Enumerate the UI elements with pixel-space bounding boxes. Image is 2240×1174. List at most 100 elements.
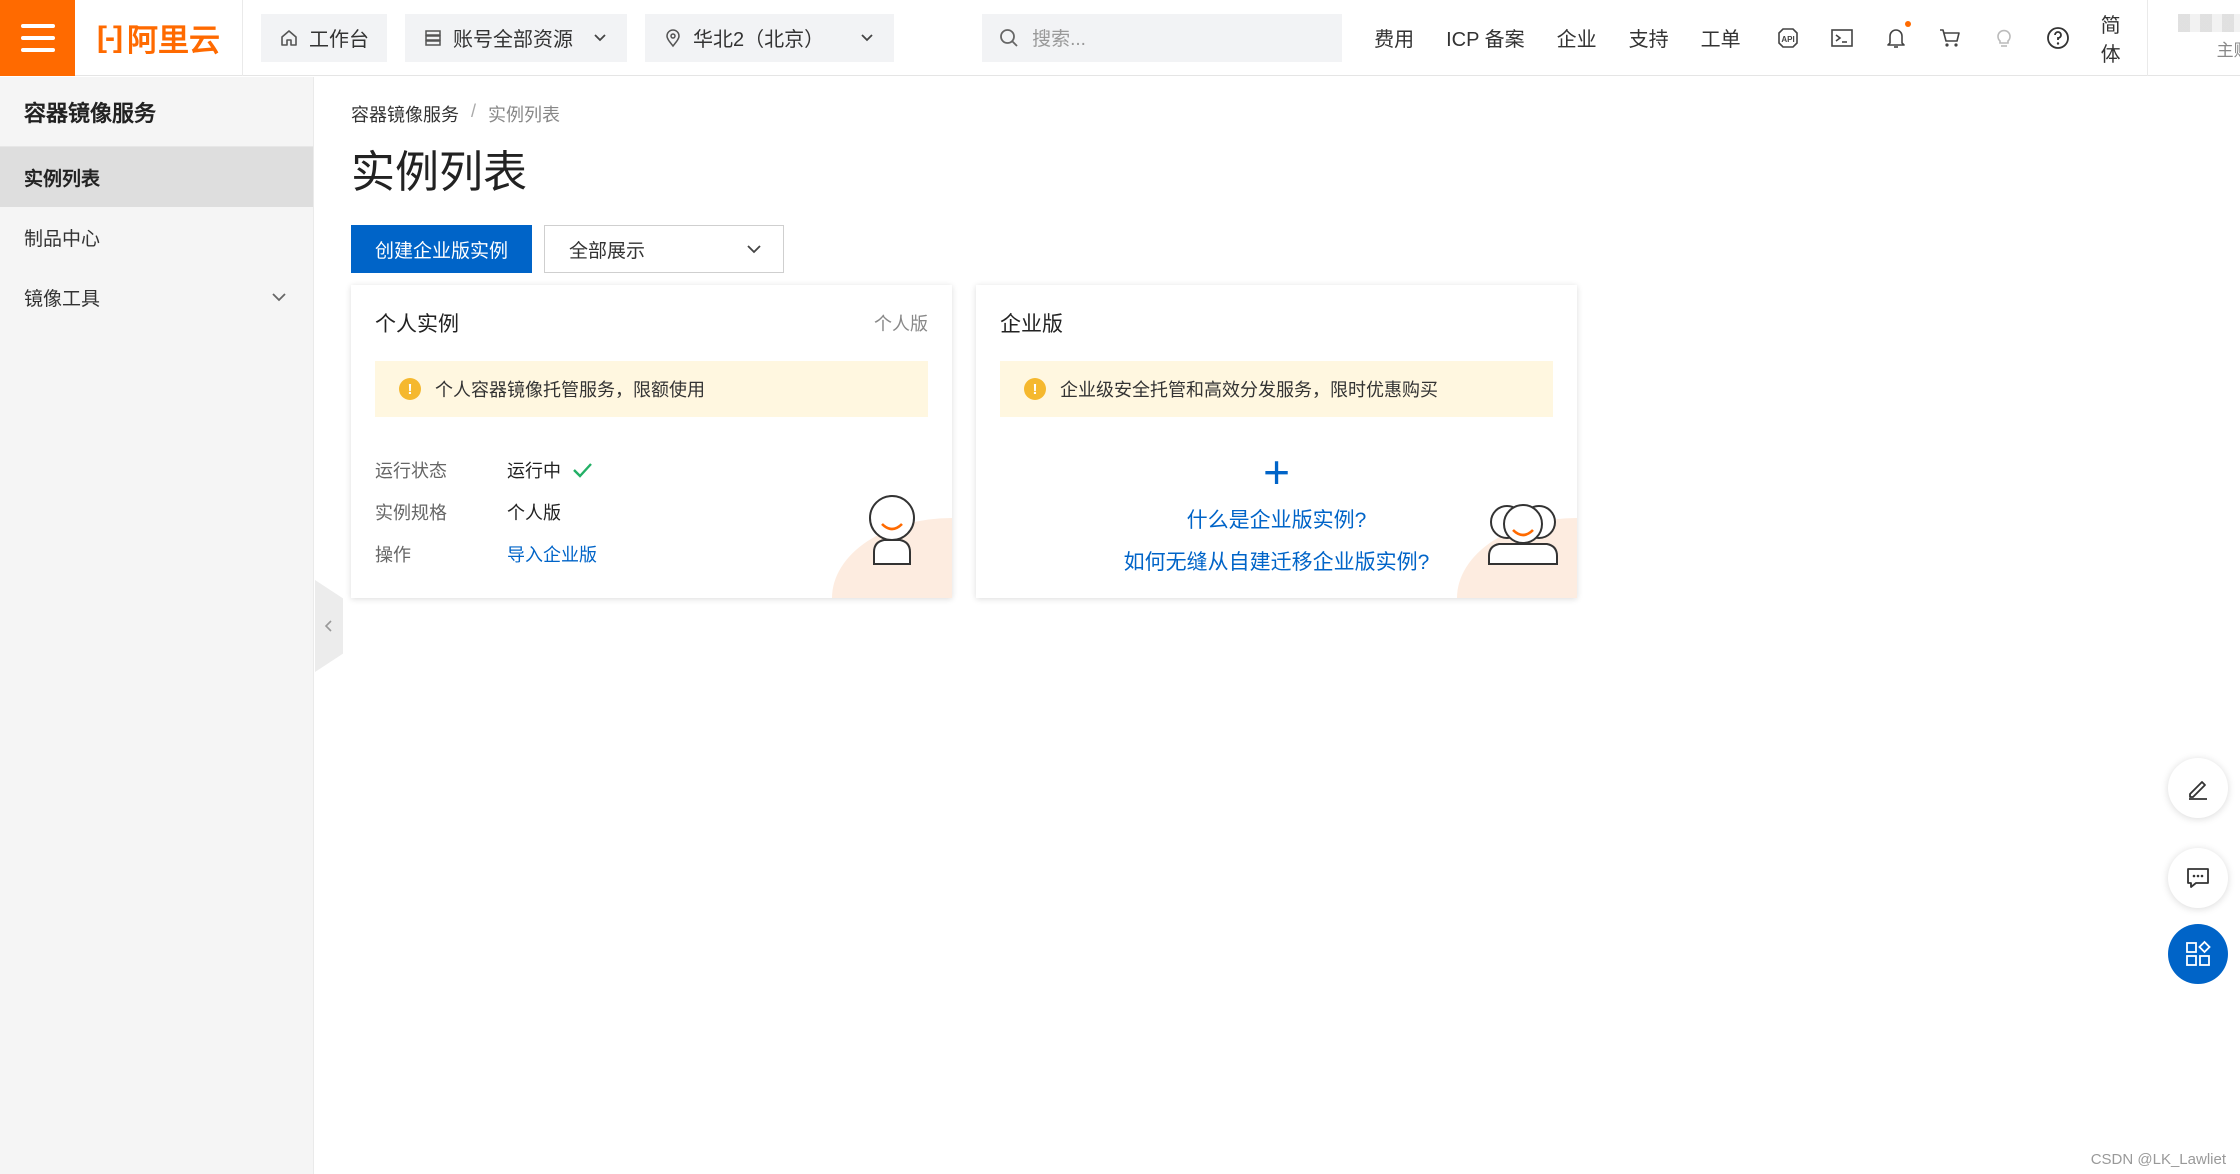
bell-icon[interactable] [1881,20,1911,53]
info-value: 运行中 [507,457,593,483]
search-placeholder: 搜索... [1032,29,1086,50]
toolbar: 创建企业版实例 全部展示 [351,225,2201,273]
instance-cards: 个人实例 个人版 ! 个人容器镜像托管服务，限额使用 运行状态 运行中 实例规格… [351,285,2201,598]
card-header: 个人实例 个人版 [375,285,928,361]
info-label: 操作 [375,545,411,565]
filter-select-value: 全部展示 [569,240,646,262]
card-edition-tag: 个人版 [874,314,928,334]
pencil-icon [2189,781,2207,800]
link-support[interactable]: 支持 [1629,23,1669,52]
region-label: 华北2（北京） [693,29,825,51]
import-enterprise-link[interactable]: 导入企业版 [507,541,597,567]
sidebar-item-label: 制品中心 [24,228,101,250]
resource-scope-label: 账号全部资源 [453,29,573,51]
home-icon [281,29,297,46]
location-pin-icon [666,28,680,47]
instance-info: 运行状态 运行中 实例规格 个人版 操作 导入企业版 [375,449,928,575]
card-header: 企业版 [1000,285,1553,361]
breadcrumb-item-service[interactable]: 容器镜像服务 [351,101,459,127]
cart-icon[interactable] [1935,23,1965,53]
apps-button[interactable] [2168,924,2228,984]
brand-name: 阿里云 [126,23,220,58]
workbench-label: 工作台 [309,29,369,51]
api-icon[interactable]: API [1773,23,1803,53]
top-navigation-bar: [-] 阿里云 工作台 账号全部资源 华北2（北京） 搜索... 费用 ICP … [0,0,2240,76]
blurred-account-name [2177,14,2240,32]
personal-instance-card[interactable]: 个人实例 个人版 ! 个人容器镜像托管服务，限额使用 运行状态 运行中 实例规格… [351,285,952,598]
menu-line [20,47,55,52]
svg-text:API: API [1781,35,1794,44]
chat-bubble-icon [2187,868,2209,888]
sidebar-title: 容器镜像服务 [0,77,313,147]
link-enterprise[interactable]: 企业 [1557,23,1597,52]
link-ticket[interactable]: 工单 [1701,23,1741,52]
account-role: 主账号 [2216,41,2240,60]
watermark: CSDN @LK_Lawliet [2090,1151,2226,1168]
sidebar: 容器镜像服务 实例列表 制品中心 镜像工具 [0,77,314,1174]
info-row-status: 运行状态 运行中 [375,449,928,491]
chevron-down-icon [861,33,873,41]
notice-banner: ! 个人容器镜像托管服务，限额使用 [375,361,928,417]
account-menu[interactable]: 主账号 [2148,14,2240,61]
what-is-enterprise-link[interactable]: 什么是企业版实例? [1187,505,1367,537]
global-search-input[interactable]: 搜索... [982,13,1343,62]
search-icon [1000,28,1018,47]
chevron-down-icon [594,33,606,41]
sidebar-item-instance-list[interactable]: 实例列表 [0,147,313,207]
create-enterprise-instance-button[interactable]: 创建企业版实例 [351,225,533,273]
chevron-down-icon [747,245,761,254]
enterprise-instance-card[interactable]: 企业版 ! 企业级安全托管和高效分发服务，限时优惠购买 + 什么是企业版实例? … [976,285,1577,598]
server-icon [425,29,441,46]
chat-button[interactable] [2168,848,2228,908]
info-label: 实例规格 [375,503,447,523]
notice-text: 个人容器镜像托管服务，限额使用 [435,380,705,400]
workbench-button[interactable]: 工作台 [261,13,387,62]
language-switch[interactable]: 简体 [2101,0,2148,76]
instance-filter-select[interactable]: 全部展示 [544,225,785,273]
link-icp-filing[interactable]: ICP 备案 [1446,23,1525,52]
breadcrumb: 容器镜像服务 / 实例列表 [351,101,2201,127]
resource-scope-dropdown[interactable]: 账号全部资源 [405,13,627,62]
terminal-icon[interactable] [1827,23,1857,53]
info-label: 运行状态 [375,461,447,481]
menu-line [20,35,55,40]
chevron-down-icon [272,293,286,302]
link-billing[interactable]: 费用 [1374,23,1414,52]
info-value: 个人版 [507,503,561,523]
top-links: 费用 ICP 备案 企业 支持 工单 API [1374,20,2097,53]
warning-icon: ! [399,378,421,400]
card-title: 个人实例 [375,313,459,336]
warning-icon: ! [1024,378,1046,400]
create-enterprise-plus-icon[interactable]: + [1263,449,1290,495]
aliyun-logo[interactable]: [-] 阿里云 [75,0,243,76]
chevron-left-icon [324,620,332,632]
sidebar-item-artifact-center[interactable]: 制品中心 [0,207,313,267]
menu-line [20,23,55,28]
page-title: 实例列表 [351,148,527,197]
check-icon [573,463,592,478]
apps-grid-icon [2186,940,2211,966]
main-content: 容器镜像服务 / 实例列表 实例列表 创建企业版实例 全部展示 个人实例 个人版… [351,77,2201,598]
hamburger-menu-button[interactable] [0,0,75,76]
migrate-to-enterprise-link[interactable]: 如何无缝从自建迁移企业版实例? [1124,547,1430,579]
account-text: 主账号 [2177,14,2240,61]
sidebar-collapse-toggle[interactable] [315,580,343,672]
feedback-edit-button[interactable] [2168,758,2228,818]
info-row-spec: 实例规格 个人版 [375,491,928,533]
card-title: 企业版 [1000,313,1063,336]
notice-banner: ! 企业级安全托管和高效分发服务，限时优惠购买 [1000,361,1553,417]
status-text: 运行中 [507,461,561,481]
bulb-icon[interactable] [1989,23,2019,53]
aliyun-logo-mark-icon: [-] [97,20,123,54]
breadcrumb-separator: / [471,101,477,121]
notification-dot [1904,20,1911,27]
sidebar-item-image-tools[interactable]: 镜像工具 [0,267,313,327]
group-illustration-icon [1488,504,1558,565]
help-icon[interactable] [2043,23,2073,53]
notice-text: 企业级安全托管和高效分发服务，限时优惠购买 [1060,380,1438,400]
sidebar-item-label: 实例列表 [24,168,101,190]
sidebar-item-label: 镜像工具 [24,288,101,310]
breadcrumb-item-current: 实例列表 [488,105,561,125]
region-dropdown[interactable]: 华北2（北京） [645,13,895,62]
single-person-illustration-icon [869,495,915,565]
